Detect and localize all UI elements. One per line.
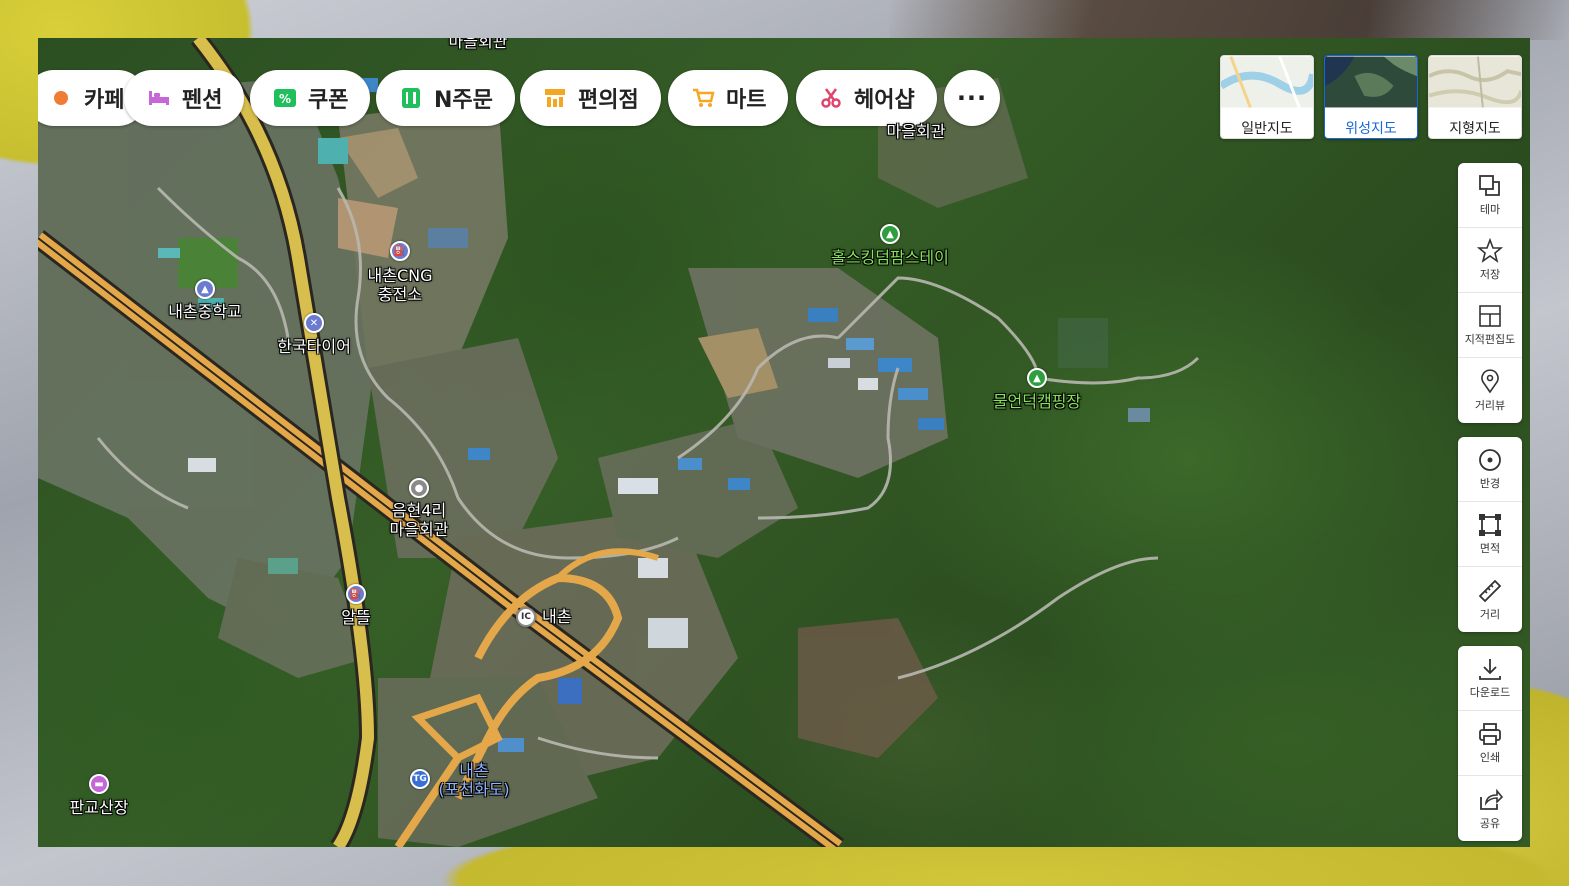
- place-label-mulundeok-camping[interactable]: 물언덕캠핑장: [993, 392, 1081, 411]
- place-label-village-hall-top-partial[interactable]: 마을회관: [449, 38, 508, 51]
- maptype-label: 지형지도: [1449, 121, 1501, 137]
- maptype-label: 일반지도: [1241, 121, 1293, 137]
- place-label-line2: 마을회관: [389, 520, 449, 539]
- satellite-map: [38, 38, 1200, 847]
- camping-pin-icon[interactable]: ▲: [880, 224, 900, 244]
- download-icon: [1479, 659, 1501, 680]
- toolbar-group-export: 다운로드 인쇄 공유: [1458, 646, 1522, 841]
- save-button[interactable]: 저장: [1458, 228, 1522, 293]
- toolbar-group-view: 테마 저장 지적편집도 거리뷰: [1458, 163, 1522, 423]
- place-label-naechon-ic[interactable]: 내촌: [542, 607, 571, 626]
- category-chip-convenience[interactable]: 편의점: [520, 70, 661, 126]
- tool-label: 반경: [1479, 477, 1501, 490]
- gas-station-pin-icon[interactable]: ⛽: [390, 241, 410, 261]
- maptype-label: 위성지도: [1345, 121, 1397, 137]
- maptype-terrain-button[interactable]: 지형지도: [1428, 55, 1522, 139]
- repair-shop-pin-icon[interactable]: ✕: [304, 313, 324, 333]
- place-label-horse-kingdom[interactable]: 홀스킹덤팜스테이: [831, 248, 949, 267]
- category-label: 카페: [84, 88, 125, 113]
- share-icon: [1480, 788, 1503, 810]
- lodging-pin-icon[interactable]: ▬: [89, 774, 109, 794]
- place-label-pangyo-sanjang[interactable]: 판교산장: [70, 798, 129, 817]
- maptype-normal-button[interactable]: 일반지도: [1220, 55, 1314, 139]
- place-label-hankook-tire[interactable]: 한국타이어: [277, 337, 351, 356]
- area-icon: [1479, 514, 1501, 536]
- ruler-icon: [1478, 579, 1502, 602]
- tool-label: 공유: [1479, 816, 1501, 830]
- streetview-button[interactable]: 거리뷰: [1458, 358, 1522, 423]
- tool-label: 거리뷰: [1474, 398, 1506, 412]
- gas-station-pin-icon[interactable]: ⛽: [346, 584, 366, 604]
- place-label-eumhyeon-village-hall[interactable]: 음현4리 마을회관: [390, 501, 449, 539]
- tool-label: 지적편집도: [1464, 333, 1516, 346]
- print-button[interactable]: 인쇄: [1458, 711, 1522, 776]
- camping-pin-icon[interactable]: ▲: [1027, 368, 1047, 388]
- village-hall-pin-icon[interactable]: ●: [409, 478, 429, 498]
- place-label-line2: 충전소: [377, 285, 423, 304]
- star-icon: [1477, 238, 1503, 263]
- category-chip-hair[interactable]: 헤어샵: [796, 70, 937, 126]
- cart-icon: [690, 85, 716, 111]
- area-button[interactable]: 면적: [1458, 502, 1522, 567]
- category-label: N주문: [434, 88, 493, 113]
- distance-button[interactable]: 거리: [1458, 567, 1522, 632]
- radius-icon: [1479, 449, 1501, 471]
- streetview-icon: [1481, 368, 1499, 393]
- place-label-naechon-tollgate[interactable]: 내촌 (포천화도): [438, 761, 509, 799]
- category-label: 편의점: [578, 88, 639, 113]
- category-label: 마트: [726, 88, 767, 113]
- download-button[interactable]: 다운로드: [1458, 646, 1522, 711]
- category-label: 쿠폰: [308, 88, 349, 113]
- terrain-map-thumbnail: [1429, 56, 1521, 108]
- tool-label: 다운로드: [1469, 686, 1511, 699]
- tool-label: 면적: [1479, 542, 1501, 555]
- toolbar-group-measure: 반경 면적 거리: [1458, 437, 1522, 632]
- share-button[interactable]: 공유: [1458, 776, 1522, 841]
- maptype-satellite-button[interactable]: 위성지도: [1324, 55, 1418, 139]
- place-label-line1: 내촌: [459, 761, 489, 780]
- tool-label: 테마: [1479, 203, 1501, 216]
- theme-button[interactable]: 테마: [1458, 163, 1522, 228]
- tool-label: 인쇄: [1479, 751, 1501, 764]
- ic-badge-icon[interactable]: IC: [516, 607, 536, 627]
- tool-label: 거리: [1479, 607, 1501, 621]
- place-label-line2: (포천화도): [438, 780, 510, 799]
- school-pin-icon[interactable]: ▲: [195, 279, 215, 299]
- map-viewport[interactable]: 카페 펜션 % 쿠폰 N주문 편의점 마트 헤어샵 ··· 일반지도 위성지도 …: [38, 38, 1530, 847]
- place-label-naechon-middle-school[interactable]: 내촌중학교: [168, 302, 242, 321]
- tool-label: 저장: [1479, 268, 1501, 281]
- cafe-icon: [48, 85, 74, 111]
- category-chip-order[interactable]: N주문: [376, 70, 515, 126]
- place-label-altteul[interactable]: 알뜰: [341, 608, 370, 627]
- more-categories-button[interactable]: ···: [944, 70, 1000, 126]
- satellite-map-thumbnail: [1325, 56, 1417, 108]
- category-chip-mart[interactable]: 마트: [668, 70, 789, 126]
- place-label-village-hall-north[interactable]: 마을회관: [887, 122, 946, 141]
- tollgate-badge-icon[interactable]: TG: [410, 769, 430, 789]
- order-icon: [398, 85, 424, 111]
- radius-button[interactable]: 반경: [1458, 437, 1522, 502]
- svg-text:%: %: [279, 92, 291, 106]
- place-label-line1: 음현4리: [391, 501, 447, 520]
- category-chip-coupon[interactable]: % 쿠폰: [250, 70, 371, 126]
- print-icon: [1479, 723, 1501, 745]
- backdrop-shadow: [889, 0, 1569, 40]
- bed-icon: [146, 85, 172, 111]
- category-label: 헤어샵: [854, 88, 915, 113]
- cadastral-button[interactable]: 지적편집도: [1458, 293, 1522, 358]
- cadastral-icon: [1479, 305, 1501, 327]
- place-label-cng-station[interactable]: 내촌CNG 충전소: [368, 266, 433, 304]
- more-icon: ···: [956, 84, 988, 112]
- normal-map-thumbnail: [1221, 56, 1313, 108]
- scissors-icon: [818, 85, 844, 111]
- coupon-icon: %: [272, 85, 298, 111]
- category-chip-pension[interactable]: 펜션: [124, 70, 245, 126]
- store-icon: [542, 85, 568, 111]
- layers-icon: [1479, 175, 1500, 196]
- category-label: 펜션: [182, 88, 223, 113]
- place-label-line1: 내촌CNG: [367, 266, 433, 285]
